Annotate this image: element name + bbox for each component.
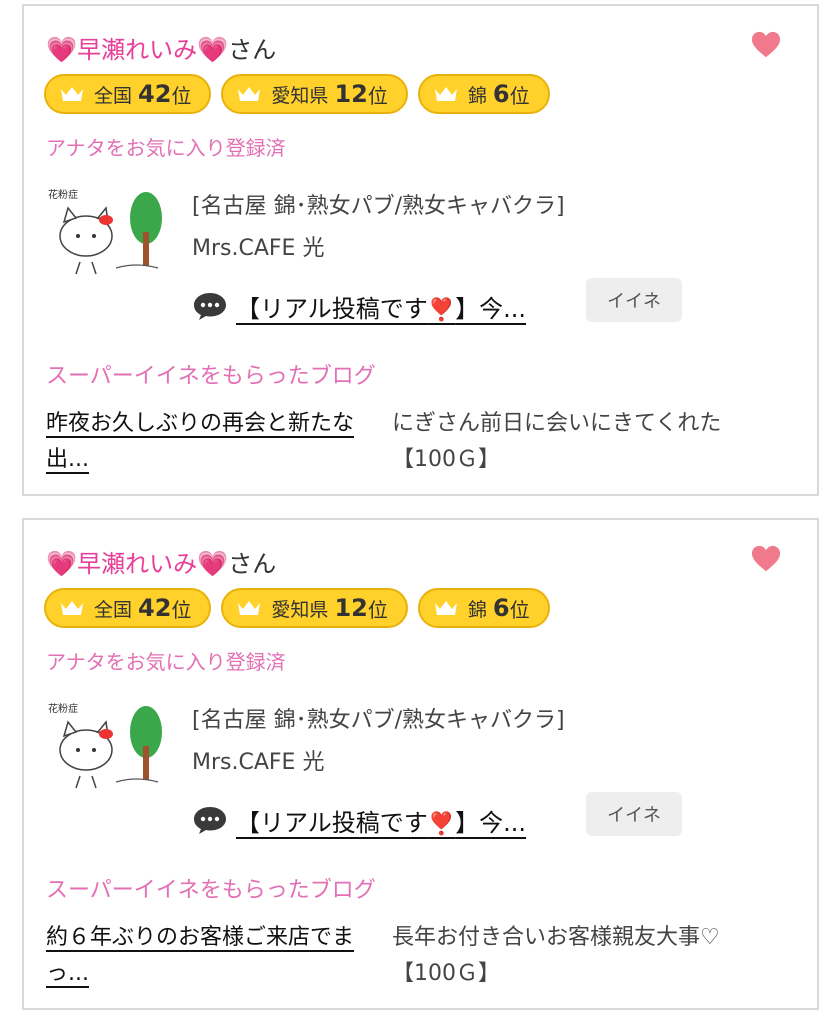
- crown-icon: [434, 87, 457, 101]
- speech-bubble-icon: [194, 293, 226, 320]
- pink-heart-icon: 💗: [197, 549, 229, 578]
- rank-area: 愛知県: [271, 598, 329, 621]
- exclamation-heart-icon: ❣️: [427, 811, 456, 837]
- blog-excerpt: にぎさん前日に会いにきてくれた 【100Ｇ】: [392, 406, 792, 478]
- shop-avatar[interactable]: 花粉症: [46, 698, 166, 794]
- latest-post-link[interactable]: 【リアル投稿です❣️】今...: [236, 289, 526, 324]
- honorific: さん: [228, 550, 277, 578]
- rank-area: 錦: [467, 598, 487, 621]
- iine-button[interactable]: イイネ: [586, 792, 682, 836]
- rank-unit: 位: [171, 83, 192, 108]
- latest-post-link[interactable]: 【リアル投稿です❣️】今...: [236, 803, 526, 838]
- pink-heart-icon: 💗: [46, 35, 78, 64]
- rank-area: 全国: [94, 84, 133, 107]
- rank-badges: 全国 42 位 愛知県 12 位 錦6位: [44, 588, 550, 630]
- shop-category: [名古屋 錦･熟女パブ/熟女キャバクラ]: [192, 194, 565, 219]
- rank-unit: 位: [367, 597, 388, 622]
- latest-post-row: 【リアル投稿です❣️】今...: [192, 286, 526, 326]
- shop-name[interactable]: Mrs.CAFE 光: [192, 744, 324, 776]
- blog-excerpt-text: にぎさん前日に会いにきてくれた: [392, 411, 722, 436]
- blog-excerpt-text: 長年お付き合いお客様親友大事♡: [392, 925, 720, 950]
- blog-excerpt: 長年お付き合いお客様親友大事♡ 【100Ｇ】: [392, 920, 792, 992]
- crown-icon: [61, 87, 83, 101]
- crown-icon: [238, 87, 261, 101]
- favorite-status: アナタをお気に入り登録済: [46, 650, 286, 674]
- rank-area: 愛知県: [271, 84, 329, 107]
- post-link-text: 【リアル投稿です: [236, 808, 428, 837]
- cast-name-row[interactable]: 💗早瀬れいみ💗さん: [46, 30, 276, 66]
- blog-points: 【100Ｇ】: [392, 447, 500, 472]
- rank-badge-district[interactable]: 錦6位: [417, 588, 550, 628]
- favorite-heart-icon[interactable]: [751, 544, 781, 574]
- honorific: さん: [228, 36, 277, 64]
- speech-bubble-icon: [194, 807, 226, 834]
- rank-unit: 位: [509, 83, 530, 108]
- pink-heart-icon: 💗: [197, 35, 229, 64]
- rank-position: 42: [138, 594, 172, 622]
- rank-position: 12: [334, 80, 368, 108]
- rank-badge-prefecture[interactable]: 愛知県 12 位: [221, 588, 408, 628]
- cast-card: 💗早瀬れいみ💗さん 全国 42 位 愛知県 12 位 錦6位 アナタをお気に入り登録済 …: [22, 4, 819, 496]
- rank-unit: 位: [509, 597, 530, 622]
- cast-card: 💗早瀬れいみ💗さん 全国 42 位 愛知県 12 位 錦6位 アナタをお気に入り登録済 …: [22, 518, 819, 1010]
- cast-name: 早瀬れいみ: [77, 36, 198, 64]
- blog-title-link[interactable]: 約６年ぶりのお客様ご来店でまっ...: [46, 920, 376, 992]
- crown-icon: [238, 601, 261, 615]
- rank-area: 錦: [467, 84, 487, 107]
- shop-avatar[interactable]: 花粉症: [46, 184, 166, 280]
- super-iine-blog-heading: スーパーイイネをもらったブログ: [46, 878, 376, 903]
- rank-badges: 全国 42 位 愛知県 12 位 錦6位: [44, 74, 550, 116]
- favorite-heart-icon[interactable]: [751, 30, 781, 60]
- post-link-text: 【リアル投稿です: [236, 294, 428, 323]
- rank-position: 42: [138, 80, 172, 108]
- pink-heart-icon: 💗: [46, 549, 78, 578]
- rank-position: 6: [492, 80, 510, 108]
- crown-icon: [434, 601, 457, 615]
- iine-button[interactable]: イイネ: [586, 278, 682, 322]
- blog-row: 約６年ぶりのお客様ご来店でまっ... 長年お付き合いお客様親友大事♡ 【100Ｇ…: [46, 920, 786, 992]
- rank-unit: 位: [171, 597, 192, 622]
- shop-name[interactable]: Mrs.CAFE 光: [192, 230, 324, 262]
- shop-category: [名古屋 錦･熟女パブ/熟女キャバクラ]: [192, 708, 565, 733]
- svg-text:花粉症: 花粉症: [48, 702, 78, 715]
- cast-name: 早瀬れいみ: [77, 550, 198, 578]
- cast-name-row[interactable]: 💗早瀬れいみ💗さん: [46, 544, 276, 580]
- blog-title-link[interactable]: 昨夜お久しぶりの再会と新たな出...: [46, 406, 376, 478]
- blog-points: 【100Ｇ】: [392, 961, 500, 986]
- svg-text:花粉症: 花粉症: [48, 188, 78, 201]
- rank-badge-district[interactable]: 錦6位: [417, 74, 550, 114]
- super-iine-blog-heading: スーパーイイネをもらったブログ: [46, 364, 376, 389]
- blog-row: 昨夜お久しぶりの再会と新たな出... にぎさん前日に会いにきてくれた 【100Ｇ…: [46, 406, 786, 478]
- rank-unit: 位: [367, 83, 388, 108]
- exclamation-heart-icon: ❣️: [427, 297, 456, 323]
- rank-area: 全国: [94, 598, 133, 621]
- post-link-text: 】今...: [455, 808, 527, 837]
- favorite-status: アナタをお気に入り登録済: [46, 136, 286, 160]
- rank-position: 6: [492, 594, 510, 622]
- rank-badge-prefecture[interactable]: 愛知県 12 位: [221, 74, 408, 114]
- rank-badge-national[interactable]: 全国 42 位: [44, 588, 212, 628]
- rank-position: 12: [334, 594, 368, 622]
- crown-icon: [61, 601, 83, 615]
- post-link-text: 】今...: [455, 294, 527, 323]
- latest-post-row: 【リアル投稿です❣️】今...: [192, 800, 526, 840]
- rank-badge-national[interactable]: 全国 42 位: [44, 74, 212, 114]
